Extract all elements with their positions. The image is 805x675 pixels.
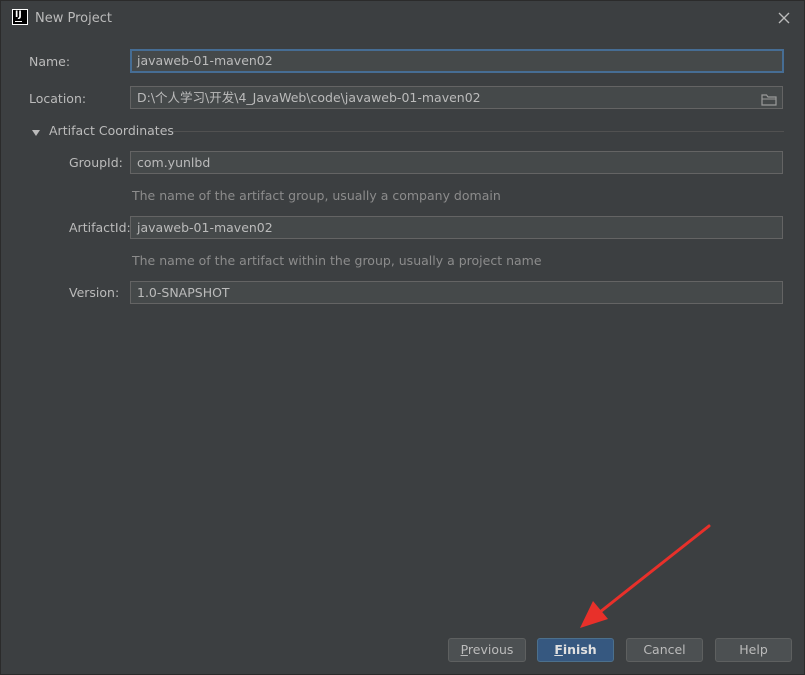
location-label: Location: (29, 91, 87, 106)
artifactid-label: ArtifactId: (69, 220, 131, 235)
previous-label-rest: revious (467, 642, 514, 657)
section-divider (173, 131, 784, 132)
finish-button[interactable]: Finish (537, 638, 614, 662)
groupid-hint: The name of the artifact group, usually … (132, 188, 501, 203)
artifact-coordinates-title: Artifact Coordinates (49, 123, 174, 138)
previous-mnemonic: P (460, 642, 468, 657)
finish-mnemonic: F (554, 642, 563, 657)
window-title: New Project (35, 11, 112, 26)
version-input[interactable]: 1.0-SNAPSHOT (130, 281, 783, 304)
expand-triangle-icon (31, 125, 41, 140)
groupid-input[interactable]: com.yunlbd (130, 151, 783, 174)
close-icon[interactable] (776, 10, 792, 26)
previous-button[interactable]: Previous (448, 638, 526, 662)
location-input[interactable]: D:\个人学习\开发\4_JavaWeb\code\javaweb-01-mav… (130, 86, 783, 109)
cancel-button[interactable]: Cancel (626, 638, 703, 662)
title-bar: IJ New Project (1, 1, 804, 35)
new-project-dialog: IJ New Project Name: javaweb-01-maven02 … (0, 0, 805, 675)
finish-label-rest: inish (562, 642, 597, 657)
location-value: D:\个人学习\开发\4_JavaWeb\code\javaweb-01-mav… (137, 90, 481, 105)
app-icon-letters: IJ (15, 10, 22, 20)
artifactid-hint: The name of the artifact within the grou… (132, 253, 542, 268)
artifactid-input[interactable]: javaweb-01-maven02 (130, 216, 783, 239)
intellij-app-icon: IJ (12, 9, 28, 25)
help-button[interactable]: Help (715, 638, 792, 662)
groupid-label: GroupId: (69, 155, 123, 170)
browse-folder-icon[interactable] (761, 91, 777, 106)
name-input[interactable]: javaweb-01-maven02 (130, 49, 784, 73)
name-label: Name: (29, 54, 71, 69)
version-label: Version: (69, 285, 120, 300)
